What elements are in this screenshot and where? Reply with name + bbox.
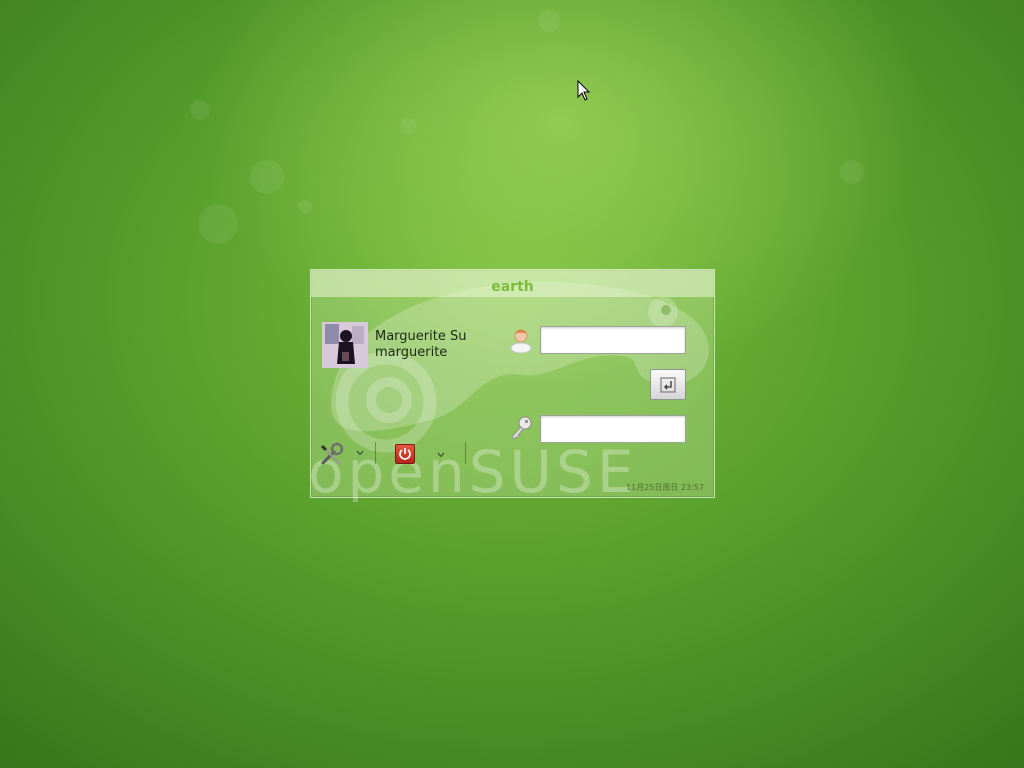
toolbar-separator — [465, 442, 466, 464]
background-bokeh — [538, 10, 560, 32]
background-bokeh — [840, 160, 864, 184]
background-bokeh — [198, 204, 238, 244]
background-bokeh — [190, 100, 210, 120]
host-name-title: earth — [311, 270, 714, 297]
enter-arrow-icon — [660, 377, 676, 392]
clock-text: 11月25日周日 23:57 — [626, 483, 704, 492]
mouse-pointer-icon — [577, 80, 591, 101]
background-bokeh — [298, 200, 312, 214]
power-menu-button[interactable] — [395, 444, 449, 466]
power-icon — [395, 444, 415, 464]
background-bokeh — [250, 160, 284, 194]
login-button[interactable] — [650, 369, 686, 400]
user-login-name: marguerite — [375, 345, 448, 360]
username-input[interactable] — [540, 326, 686, 354]
user-avatar[interactable] — [322, 322, 368, 368]
key-icon — [511, 416, 532, 440]
login-dialog: openSUSE earth Marguerite Su marguerite — [310, 269, 715, 502]
user-full-name: Marguerite Su — [375, 329, 467, 344]
user-icon — [510, 329, 532, 353]
background-bokeh — [400, 118, 416, 134]
tools-menu-button[interactable] — [320, 442, 366, 466]
toolbar-separator — [375, 442, 376, 464]
chevron-down-icon — [356, 450, 364, 456]
power-symbol — [399, 448, 411, 460]
avatar-photo — [322, 322, 368, 368]
password-input[interactable] — [540, 415, 686, 443]
chevron-down-icon — [437, 452, 445, 458]
wrench-screwdriver-icon — [320, 442, 344, 465]
